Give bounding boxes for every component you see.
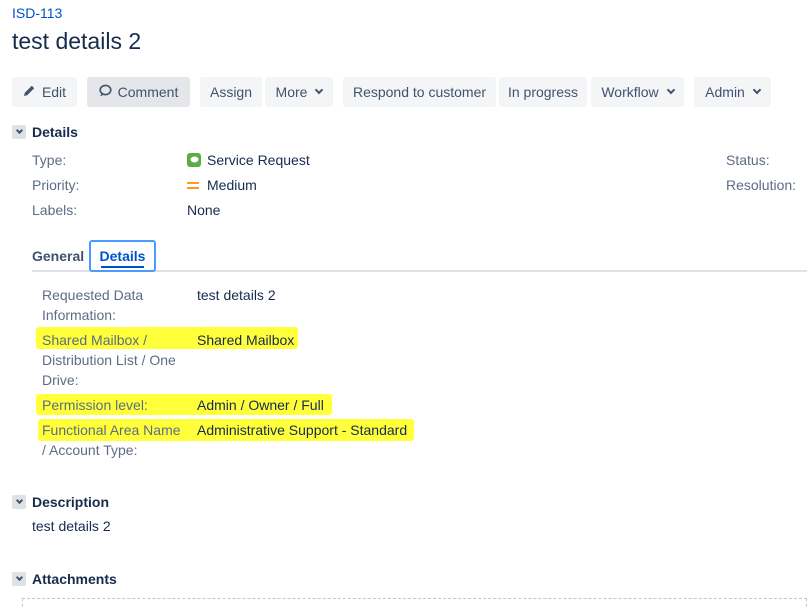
edit-label: Edit [41,84,67,100]
assign-button[interactable]: Assign [200,77,262,107]
attachment-drop-zone[interactable] [22,598,807,607]
custom-field-tabs: General Details [32,240,807,272]
labels-label: Labels: [32,202,78,218]
cf-shared-mailbox-label: Shared Mailbox / Distribution List / One… [42,332,176,388]
chevron-down-icon [12,572,26,586]
admin-button[interactable]: Admin [694,77,771,107]
priority-value-text: Medium [207,177,257,193]
chevron-down-icon [752,85,762,95]
cf-functional-area-label: Functional Area Name / Account Type: [42,422,181,458]
comment-label: Comment [117,84,179,100]
in-progress-label: In progress [507,84,579,100]
speech-bubble-icon [99,84,112,100]
type-label: Type: [32,152,67,168]
comment-button[interactable]: Comment [87,77,190,107]
issue-summary[interactable]: test details 2 [12,28,141,55]
pencil-icon [23,84,36,100]
cf-permission-level-label: Permission level: [42,397,148,413]
chevron-down-icon [666,85,675,95]
cf-requested-data-label: Requested Data Information: [42,287,144,323]
cf-functional-area-value: Administrative Support - Standard [197,422,408,438]
details-heading: Details [32,124,78,140]
workflow-label: Workflow [601,84,659,100]
service-request-icon [187,153,201,167]
workflow-button[interactable]: Workflow [591,77,684,107]
description-text[interactable]: test details 2 [32,518,111,534]
tab-details[interactable]: Details [89,240,156,272]
cf-permission-level-value: Admin / Owner / Full [197,397,324,413]
issue-key-link[interactable]: ISD-113 [12,5,62,21]
chevron-down-icon [12,495,26,509]
cf-shared-mailbox-value: Shared Mailbox [197,332,295,348]
description-section-toggle[interactable]: Description [12,494,109,510]
more-label: More [275,84,308,100]
labels-value: None [187,202,221,218]
priority-medium-icon [187,178,201,192]
cf-requested-data-value: test details 2 [197,287,276,303]
type-value-text: Service Request [207,152,310,168]
in-progress-button[interactable]: In progress [499,77,587,107]
chevron-down-icon [12,125,26,139]
attachments-heading: Attachments [32,571,117,587]
status-label: Status: [726,152,770,168]
more-button[interactable]: More [265,77,333,107]
assign-label: Assign [209,84,253,100]
type-value: Service Request [187,152,310,168]
edit-button[interactable]: Edit [12,77,77,107]
tab-general[interactable]: General [32,240,84,272]
priority-label: Priority: [32,177,80,193]
respond-to-customer-button[interactable]: Respond to customer [343,77,496,107]
attachments-section-toggle[interactable]: Attachments [12,571,117,587]
description-heading: Description [32,494,110,510]
respond-label: Respond to customer [352,84,487,100]
priority-value: Medium [187,177,257,193]
admin-label: Admin [705,84,745,100]
details-section-toggle[interactable]: Details [12,124,78,140]
resolution-label: Resolution: [726,177,797,193]
chevron-down-icon [315,85,324,95]
